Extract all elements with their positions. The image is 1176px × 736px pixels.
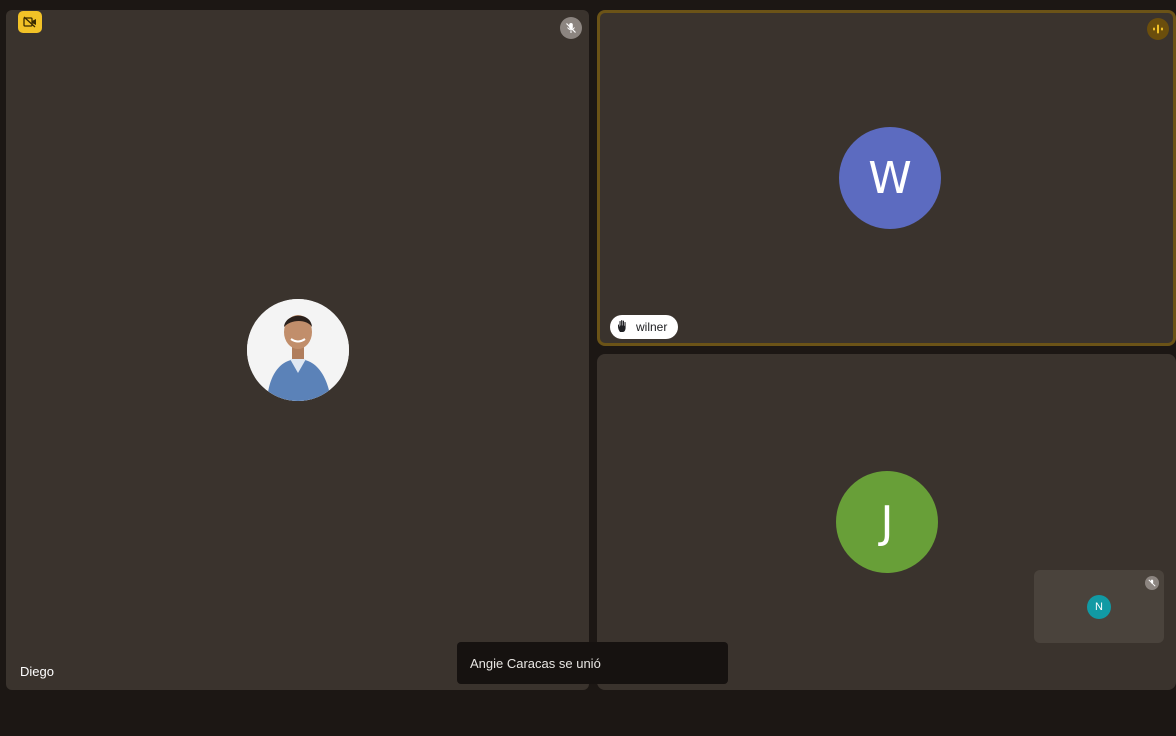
audio-indicator-icon [1147, 18, 1169, 40]
mic-off-icon [1145, 576, 1159, 590]
person-photo-icon [247, 299, 349, 401]
participant-photo-diego [247, 299, 349, 401]
raised-hand-icon [616, 319, 630, 336]
participant-avatar-j: J [836, 471, 938, 573]
self-view-avatar: N [1087, 595, 1111, 619]
mic-off-icon [560, 17, 582, 39]
participant-tile-wilner[interactable]: W wilner [597, 10, 1176, 346]
participant-name-wilner: wilner [636, 320, 668, 334]
participant-name-diego: Diego [20, 664, 54, 679]
self-view-tile[interactable]: N [1034, 570, 1164, 643]
participant-tile-diego[interactable]: Diego [6, 10, 589, 690]
notification-text: Angie Caracas se unió [470, 655, 601, 671]
join-notification-toast: Angie Caracas se unió [457, 642, 728, 684]
participant-avatar-wilner: W [839, 127, 941, 229]
camera-off-icon[interactable] [18, 11, 42, 33]
participant-name-pill-wilner: wilner [610, 315, 679, 339]
meeting-stage: Diego W wilner J N Angie Caracas se unió [0, 0, 1176, 736]
